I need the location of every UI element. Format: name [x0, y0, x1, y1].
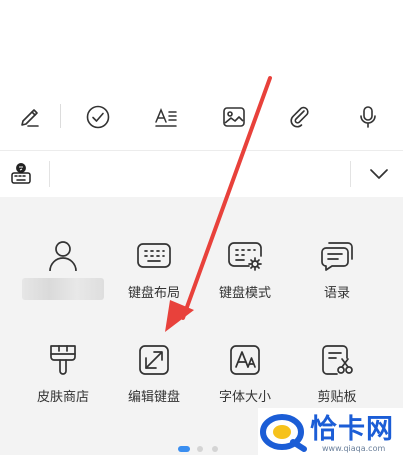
- skin-store-item[interactable]: 皮肤商店: [18, 340, 108, 420]
- keyboard-mode-label: 键盘模式: [218, 286, 271, 301]
- edit-keyboard-label: 编辑键盘: [127, 390, 180, 405]
- candidate-divider-right: [350, 161, 351, 187]
- candidate-divider-left: [49, 161, 50, 187]
- quotes-label: 语录: [323, 286, 350, 301]
- input-area[interactable]: [0, 0, 403, 96]
- blurred-username: [22, 278, 104, 300]
- attachment-icon[interactable]: [280, 96, 320, 138]
- page-dot[interactable]: [197, 446, 203, 452]
- chevron-down-icon[interactable]: [364, 161, 394, 187]
- font-size-label: 字体大小: [218, 390, 271, 405]
- page-dot-active[interactable]: [178, 446, 190, 452]
- font-size-icon: [225, 340, 265, 380]
- keyboard-layout-item[interactable]: 键盘布局: [109, 236, 199, 316]
- clipboard-label: 剪贴板: [317, 390, 357, 405]
- watermark-url: www.qiaqa.com: [322, 444, 386, 453]
- text-format-icon[interactable]: [146, 96, 186, 138]
- edit-keyboard-item[interactable]: 编辑键盘: [109, 340, 199, 420]
- pen-icon[interactable]: [10, 96, 50, 138]
- check-circle-icon[interactable]: [78, 96, 118, 138]
- clipboard-icon: [317, 340, 357, 380]
- user-item[interactable]: [18, 236, 108, 316]
- skin-brush-icon: [43, 340, 83, 380]
- user-icon: [43, 236, 83, 276]
- page-dot[interactable]: [212, 446, 218, 452]
- microphone-icon[interactable]: [348, 96, 388, 138]
- candidate-bar: [0, 150, 403, 197]
- skin-store-label: 皮肤商店: [36, 390, 89, 405]
- keyboard-globe-icon[interactable]: [6, 159, 36, 189]
- keyboard-mode-item[interactable]: 键盘模式: [200, 236, 290, 316]
- watermark-text: 恰卡网: [310, 414, 394, 445]
- edit-keyboard-icon: [134, 340, 174, 380]
- toolbar-divider: [60, 104, 61, 128]
- watermark-logo: [260, 414, 307, 452]
- quotes-icon: [317, 236, 357, 276]
- keyboard-settings-icon: [225, 236, 265, 276]
- keyboard-icon: [134, 236, 174, 276]
- image-icon[interactable]: [214, 96, 254, 138]
- keyboard-layout-label: 键盘布局: [127, 286, 180, 301]
- watermark: 恰卡网 www.qiaqa.com: [258, 408, 403, 455]
- quotes-item[interactable]: 语录: [292, 236, 382, 316]
